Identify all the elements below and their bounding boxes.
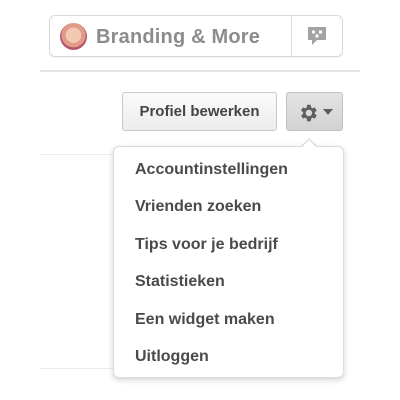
- profile-page: Branding & More Profiel bewerken Account…: [0, 0, 400, 400]
- menu-item-business-tips[interactable]: Tips voor je bedrijf: [135, 236, 278, 254]
- edit-profile-button[interactable]: Profiel bewerken: [122, 92, 277, 131]
- avatar[interactable]: [60, 23, 87, 50]
- header-divider: [40, 70, 360, 72]
- menu-item-make-widget[interactable]: Een widget maken: [135, 311, 275, 329]
- settings-button[interactable]: [286, 92, 343, 131]
- profile-header: Branding & More: [49, 15, 343, 57]
- menu-item-statistics[interactable]: Statistieken: [135, 273, 225, 291]
- caret-down-icon: [323, 109, 333, 115]
- menu-item-log-out[interactable]: Uitloggen: [135, 348, 209, 366]
- menu-item-find-friends[interactable]: Vrienden zoeken: [135, 198, 261, 216]
- dropdown-pointer: [301, 140, 317, 148]
- settings-dropdown-menu: Accountinstellingen Vrienden zoeken Tips…: [113, 146, 344, 378]
- gear-icon: [301, 104, 317, 122]
- notifications-button[interactable]: [292, 16, 342, 56]
- menu-item-account-settings[interactable]: Accountinstellingen: [135, 161, 288, 179]
- profile-name[interactable]: Branding & More: [96, 26, 260, 49]
- speech-bubble-icon: [308, 27, 326, 45]
